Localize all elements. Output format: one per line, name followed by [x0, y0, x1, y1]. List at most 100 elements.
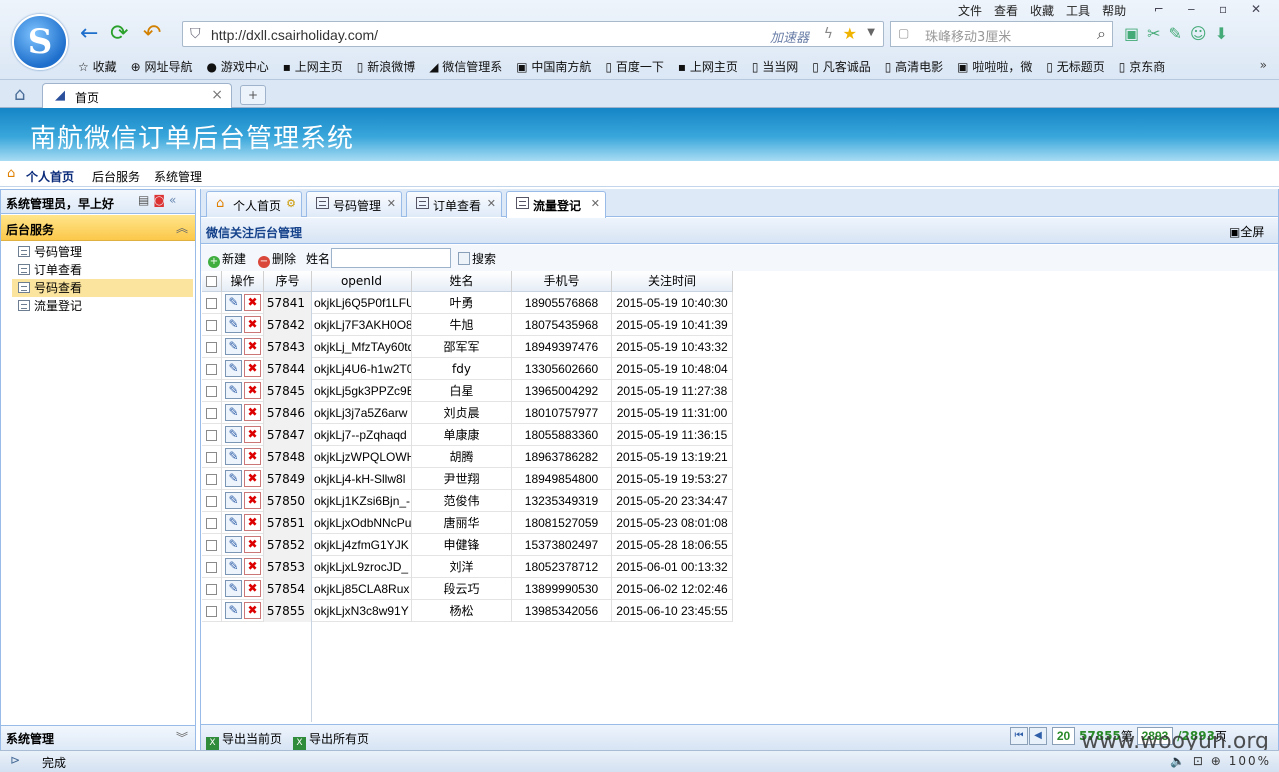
table-row[interactable]: ✎ ✖ 57853 okjkLjxL9zrocJD_ 刘洋 18052378712 2015… — [202, 556, 733, 578]
edit-icon[interactable]: ✎ — [225, 294, 242, 311]
delete-icon[interactable]: ✖ — [244, 294, 261, 311]
bookmark-item[interactable]: ☆ 收藏 — [78, 60, 117, 74]
edit-icon[interactable]: ✎ — [225, 426, 242, 443]
row-checkbox-cell[interactable] — [202, 424, 222, 446]
row-checkbox[interactable] — [206, 540, 217, 551]
bookmark-item[interactable]: ● 游戏中心 — [206, 60, 268, 74]
bookmark-item[interactable]: ▪ 上网主页 — [283, 60, 343, 74]
delete-icon[interactable]: ✖ — [244, 514, 261, 531]
table-row[interactable]: ✎ ✖ 57852 okjkLj4zfmG1YJK 申健锋 15373802497 2015… — [202, 534, 733, 556]
row-checkbox[interactable] — [206, 584, 217, 595]
table-row[interactable]: ✎ ✖ 57841 okjkLj6Q5P0f1LFU 叶勇 18905576868 2015… — [202, 292, 733, 314]
sidebar-toggle-icon[interactable]: ⊳ — [10, 753, 20, 767]
row-checkbox[interactable] — [206, 474, 217, 485]
tree-item-number-manage[interactable]: 号码管理 — [12, 243, 193, 261]
row-checkbox-cell[interactable] — [202, 490, 222, 512]
bookmark-item[interactable]: ◢ 微信管理系 — [429, 60, 502, 74]
panel-tools[interactable]: ▤◙« — [138, 193, 180, 207]
delete-icon[interactable]: ✖ — [244, 580, 261, 597]
edit-icon[interactable]: ✎ — [225, 316, 242, 333]
edit-icon[interactable]: ✎ — [225, 448, 242, 465]
delete-icon[interactable]: ✖ — [244, 492, 261, 509]
tab-traffic-register[interactable]: 流量登记 ✕ — [506, 191, 606, 218]
nav-system[interactable]: 系统管理 — [154, 168, 202, 185]
row-checkbox-cell[interactable] — [202, 600, 222, 622]
star-icon[interactable]: ★ — [843, 24, 857, 43]
row-checkbox-cell[interactable] — [202, 534, 222, 556]
tree-item-order-view[interactable]: 订单查看 — [12, 261, 193, 279]
edit-icon[interactable]: ✎ — [225, 492, 242, 509]
zoom-level[interactable]: 100% — [1229, 754, 1271, 768]
table-row[interactable]: ✎ ✖ 57850 okjkLj1KZsi6Bjn_- 范俊伟 13235349319 20… — [202, 490, 733, 512]
bolt-icon[interactable]: ϟ — [824, 26, 833, 42]
row-checkbox-cell[interactable] — [202, 292, 222, 314]
edit-icon[interactable]: ✎ — [225, 602, 242, 619]
bookmark-item[interactable]: ▪ 上网主页 — [678, 60, 738, 74]
row-checkbox[interactable] — [206, 606, 217, 617]
select-all-checkbox-cell[interactable] — [202, 271, 222, 292]
select-all-checkbox[interactable] — [206, 276, 217, 287]
search-icon[interactable]: ⌕ — [1097, 24, 1106, 44]
row-checkbox-cell[interactable] — [202, 446, 222, 468]
undo-icon[interactable]: ↶ — [143, 22, 161, 46]
address-bar[interactable]: ⛉ http://dxll.csairholiday.com/ 加速器 ϟ ★ … — [182, 21, 884, 47]
row-checkbox-cell[interactable] — [202, 336, 222, 358]
row-checkbox-cell[interactable] — [202, 578, 222, 600]
window-controls[interactable]: ⌐ ‒ ▫ ✕ — [1154, 2, 1271, 16]
chevron-down-icon[interactable]: ︾ — [176, 729, 188, 746]
row-checkbox[interactable] — [206, 364, 217, 375]
bookmark-item[interactable]: ▯ 当当网 — [752, 60, 798, 74]
row-checkbox[interactable] — [206, 342, 217, 353]
delete-icon[interactable]: ✖ — [244, 426, 261, 443]
close-icon[interactable]: ✕ — [487, 197, 496, 210]
tab-number-manage[interactable]: 号码管理 ✕ — [306, 191, 402, 217]
edit-icon[interactable]: ✎ — [225, 536, 242, 553]
row-checkbox-cell[interactable] — [202, 512, 222, 534]
table-row[interactable]: ✎ ✖ 57846 okjkLj3j7a5Z6arw 刘贞晨 18010757977 201… — [202, 402, 733, 424]
menu-tools[interactable]: 工具 — [1066, 4, 1090, 18]
new-button[interactable]: + 新建 — [208, 250, 246, 268]
delete-icon[interactable]: ✖ — [244, 382, 261, 399]
delete-icon[interactable]: ✖ — [244, 404, 261, 421]
edit-icon[interactable]: ✎ — [225, 514, 242, 531]
bookmark-item[interactable]: ▣ 中国南方航 — [516, 60, 591, 74]
table-row[interactable]: ✎ ✖ 57844 okjkLj4U6-h1w2T0 fdy 13305602660 201… — [202, 358, 733, 380]
chevron-down-icon[interactable]: ▼ — [867, 27, 875, 38]
url-text[interactable]: http://dxll.csairholiday.com/ — [211, 27, 378, 43]
volume-icon[interactable]: 🔈 — [1170, 754, 1187, 768]
table-row[interactable]: ✎ ✖ 57848 okjkLjzWPQLOWH 胡腾 18963786282 2015-0… — [202, 446, 733, 468]
row-checkbox[interactable] — [206, 320, 217, 331]
row-checkbox[interactable] — [206, 386, 217, 397]
export-all-pages-button[interactable]: X 导出所有页 — [293, 730, 369, 750]
first-page-button[interactable]: ⏮ — [1010, 727, 1028, 745]
row-checkbox[interactable] — [206, 430, 217, 441]
logout-icon[interactable]: ◙ — [153, 193, 169, 207]
delete-icon[interactable]: ✖ — [244, 338, 261, 355]
table-row[interactable]: ✎ ✖ 57849 okjkLj4-kH-Sllw8l 尹世翔 18949854800 20… — [202, 468, 733, 490]
col-header-follow-time[interactable]: 关注时间 — [612, 271, 733, 292]
col-header-seq[interactable]: 序号 — [264, 271, 312, 292]
download-icon[interactable]: ⊡ — [1193, 754, 1205, 768]
delete-button[interactable]: − 删除 — [258, 250, 296, 268]
tree-item-traffic-register[interactable]: 流量登记 — [12, 297, 193, 315]
edit-icon[interactable]: ✎ — [225, 558, 242, 575]
row-checkbox[interactable] — [206, 518, 217, 529]
settings-icon[interactable]: ▤ — [138, 193, 153, 207]
row-checkbox-cell[interactable] — [202, 468, 222, 490]
bookmark-item[interactable]: ▯ 凡客诚品 — [812, 60, 870, 74]
prev-page-button[interactable]: ◀ — [1029, 727, 1047, 745]
fullscreen-button[interactable]: ▣全屏 — [1229, 223, 1264, 240]
row-checkbox-cell[interactable] — [202, 402, 222, 424]
bookmark-item[interactable]: ▯ 高清电影 — [885, 60, 943, 74]
col-header-phone[interactable]: 手机号 — [512, 271, 612, 292]
delete-icon[interactable]: ✖ — [244, 360, 261, 377]
new-tab-button[interactable]: + — [240, 85, 266, 105]
export-current-page-button[interactable]: X 导出当前页 — [206, 730, 282, 750]
row-checkbox-cell[interactable] — [202, 358, 222, 380]
bookmark-item[interactable]: ⊕ 网址导航 — [131, 60, 193, 74]
chevron-up-icon[interactable]: ︽ — [176, 219, 188, 236]
row-checkbox[interactable] — [206, 408, 217, 419]
browser-search-box[interactable]: ▢ 珠峰移动3厘米 ⌕ — [890, 21, 1113, 47]
bookmark-item[interactable]: ▣ 啦啦啦，微 — [957, 60, 1032, 74]
menu-file[interactable]: 文件 — [958, 4, 982, 18]
